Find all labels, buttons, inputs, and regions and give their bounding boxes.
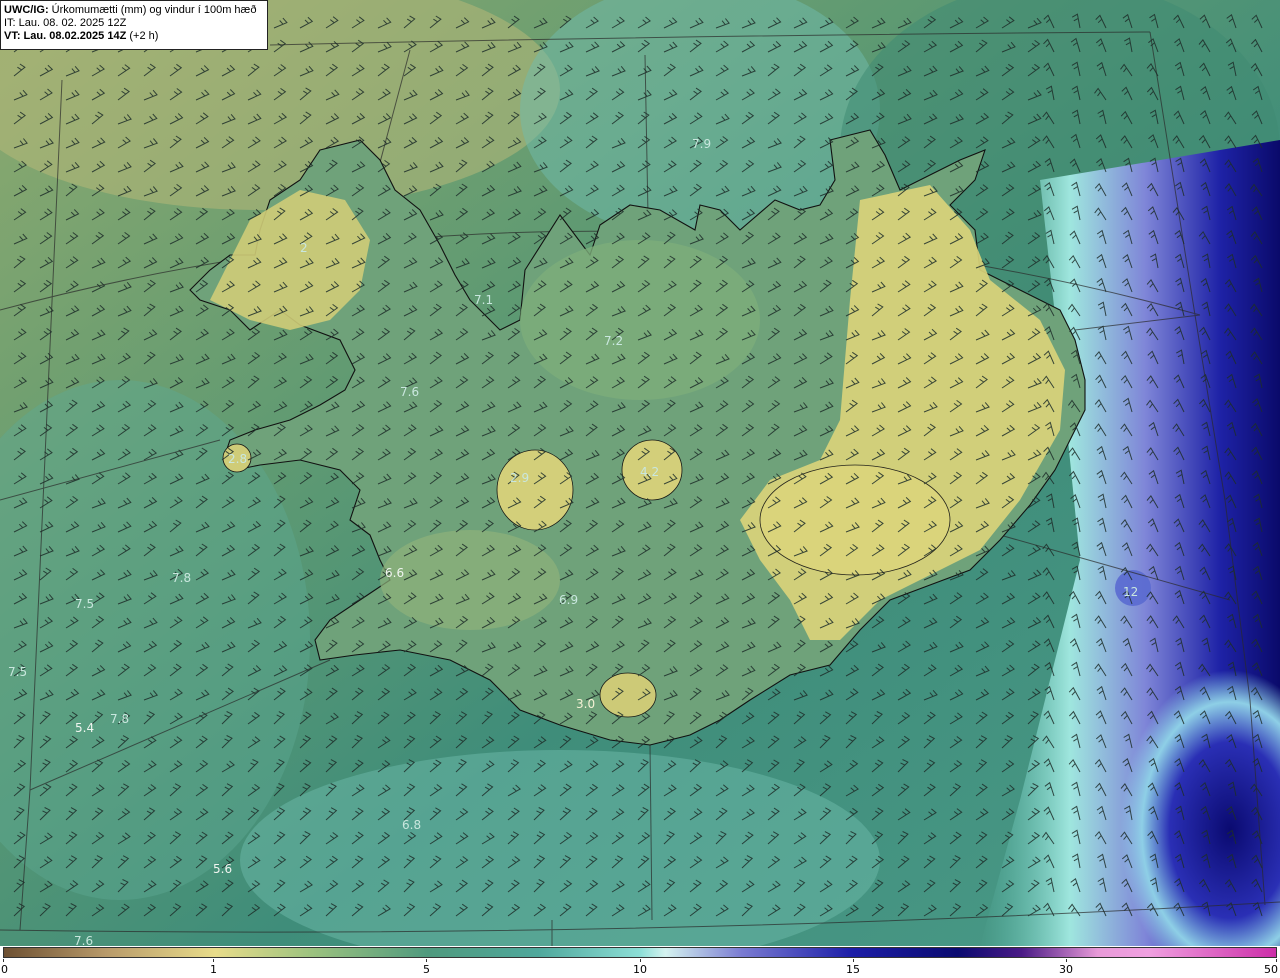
map-label: 7.5 — [8, 665, 27, 679]
map-label: 6.6 — [385, 566, 404, 580]
header-vt: VT: Lau. 08.02.2025 14Z (+2 h) — [4, 30, 159, 42]
map-label: 6.9 — [559, 593, 578, 607]
map-label: 2.8 — [228, 452, 247, 466]
map-label: 7.6 — [400, 385, 419, 399]
myrdalsjokull-dry — [599, 672, 657, 718]
map-label: 12 — [1123, 585, 1138, 599]
map-label: 5.6 — [213, 862, 232, 876]
colorbar: 0 1 5 10 15 30 50 — [0, 946, 1280, 978]
map-label: 7.9 — [692, 137, 711, 151]
precipitation-wind-map: 7.9 7.1 7.2 7.6 2.8 2.9 4.2 6.6 6.9 7.8 … — [0, 0, 1280, 946]
map-label: 7.2 — [604, 334, 623, 348]
colorbar-tick: 50 — [1264, 963, 1278, 976]
map-label: 6.8 — [402, 818, 421, 832]
colorbar-tick: 5 — [423, 963, 430, 976]
header-title: UWC/IG: Úrkomumætti (mm) og vindur í 100… — [4, 4, 257, 16]
map-label: 7.8 — [172, 571, 191, 585]
colorbar-tick: 0 — [1, 963, 8, 976]
map-label: 4.2 — [640, 465, 659, 479]
central-green — [520, 240, 760, 400]
map-label: 7.1 — [474, 293, 493, 307]
map-label: 5.4 — [75, 721, 94, 735]
map-label: 2.9 — [510, 471, 529, 485]
map-label: 7.8 — [110, 712, 129, 726]
colorbar-gradient — [3, 947, 1277, 958]
colorbar-tick: 30 — [1059, 963, 1073, 976]
vatnajokull-dry — [759, 464, 951, 576]
colorbar-tick: 15 — [846, 963, 860, 976]
map-label: 3.0 — [576, 697, 595, 711]
map-label: 7.5 — [75, 597, 94, 611]
header-it: IT: Lau. 08. 02. 2025 12Z — [4, 17, 127, 29]
map-label: 2 — [300, 241, 308, 255]
map-label: 7.6 — [74, 934, 93, 946]
south-green — [380, 530, 560, 630]
colorbar-tick: 1 — [210, 963, 217, 976]
langjokull-dry — [496, 449, 574, 531]
colorbar-tick: 10 — [633, 963, 647, 976]
map-header: UWC/IG: Úrkomumætti (mm) og vindur í 100… — [0, 0, 268, 50]
